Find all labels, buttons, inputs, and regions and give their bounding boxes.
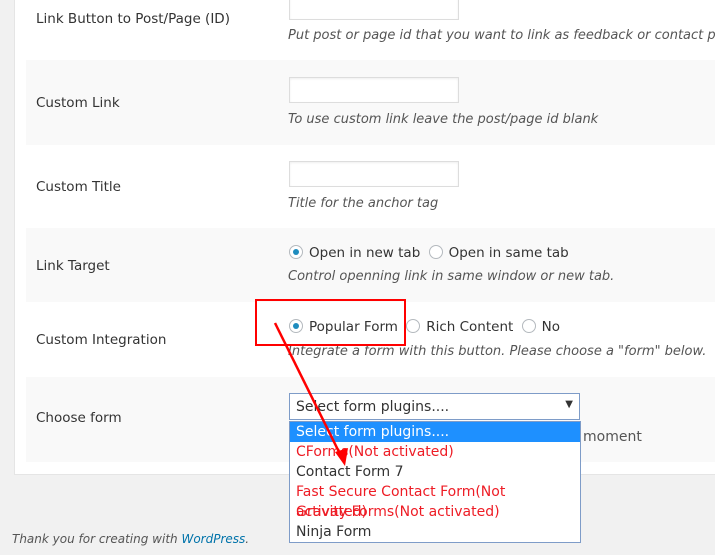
wordpress-link[interactable]: WordPress xyxy=(181,532,245,546)
footer-end: . xyxy=(245,532,250,546)
footer: Thank you for creating with WordPress. xyxy=(12,532,249,546)
footer-text: Thank you for creating with xyxy=(12,532,182,546)
annotation-arrow xyxy=(273,322,348,466)
